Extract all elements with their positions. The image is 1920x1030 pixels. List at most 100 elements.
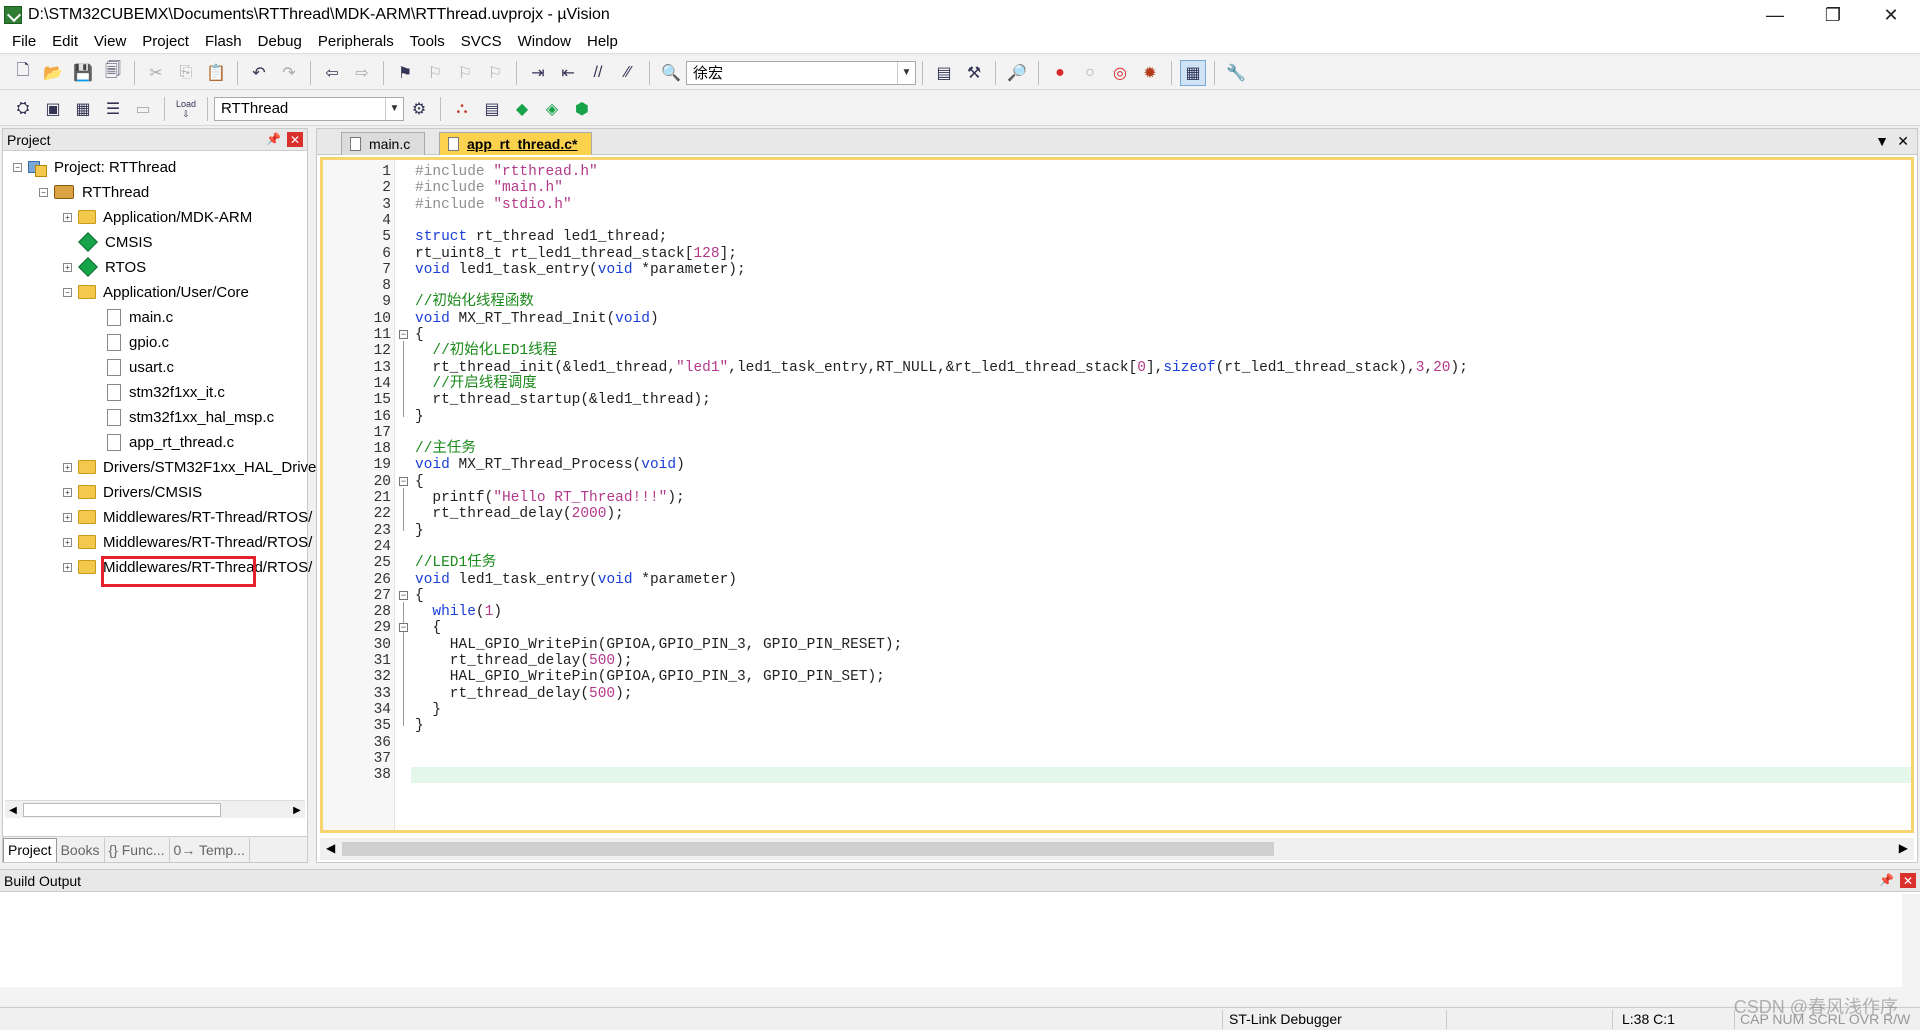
collapse-icon[interactable]: − — [13, 162, 22, 172]
breakpoint-icon[interactable]: ● — [1047, 60, 1073, 86]
code-line[interactable]: rt_uint8_t rt_led1_thread_stack[128]; — [415, 246, 737, 262]
code-line[interactable]: { — [415, 327, 424, 343]
menu-view[interactable]: View — [86, 33, 134, 50]
tree-group[interactable]: + RTOS — [63, 256, 146, 278]
menu-window[interactable]: Window — [510, 33, 579, 50]
scroll-thumb[interactable] — [342, 842, 1274, 856]
code-line[interactable]: { — [415, 474, 424, 490]
stm32cubemx-icon[interactable]: ⬢ — [569, 96, 595, 122]
tab-list-icon[interactable]: ▼ — [1875, 133, 1889, 149]
code-line[interactable]: struct rt_thread led1_thread; — [415, 229, 667, 245]
close-icon[interactable]: ✕ — [287, 132, 303, 147]
code-line[interactable]: void led1_task_entry(void *parameter); — [415, 262, 746, 278]
expand-icon[interactable]: + — [63, 462, 72, 472]
tree-root[interactable]: − Project: RTThread — [13, 156, 176, 178]
code-line[interactable]: #include "stdio.h" — [415, 197, 572, 213]
code-line[interactable]: rt_thread_init(&led1_thread,"led1",led1_… — [415, 360, 1468, 376]
navigate-back-icon[interactable]: ⇦ — [319, 60, 345, 86]
tree-group[interactable]: + Application/MDK-ARM — [63, 206, 252, 228]
code-line[interactable]: } — [415, 523, 424, 539]
code-line[interactable]: HAL_GPIO_WritePin(GPIOA,GPIO_PIN_3, GPIO… — [415, 637, 902, 653]
code-line[interactable]: { — [415, 620, 441, 636]
vertical-scrollbar[interactable] — [1902, 894, 1920, 1006]
fold-toggle-icon[interactable]: − — [399, 330, 408, 339]
code-line[interactable]: //LED1任务 — [415, 555, 496, 571]
menu-tools[interactable]: Tools — [402, 33, 453, 50]
bookmark-icon[interactable]: ⚑ — [392, 60, 418, 86]
menu-debug[interactable]: Debug — [250, 33, 310, 50]
uncomment-icon[interactable]: ⁄⁄ — [615, 60, 641, 86]
copy-icon[interactable]: ⎘ — [173, 60, 199, 86]
scroll-right-icon[interactable]: ▶ — [289, 801, 305, 819]
close-tab-icon[interactable]: ✕ — [1897, 133, 1909, 150]
scroll-left-icon[interactable]: ◀ — [5, 801, 21, 819]
tree-group[interactable]: + Middlewares/RT-Thread/RTOS/ — [63, 506, 312, 528]
code-line[interactable]: HAL_GPIO_WritePin(GPIOA,GPIO_PIN_3, GPIO… — [415, 669, 885, 685]
code-line[interactable]: { — [415, 588, 424, 604]
chevron-down-icon[interactable]: ▼ — [897, 61, 915, 84]
code-line[interactable]: #include "rtthread.h" — [415, 164, 598, 180]
tree-file[interactable]: usart.c — [107, 356, 174, 378]
code-line[interactable]: //主任务 — [415, 441, 476, 457]
select-packs-icon[interactable]: ▤ — [479, 96, 505, 122]
expand-icon[interactable]: + — [63, 512, 72, 522]
debug-session-icon[interactable]: 🔎 — [1004, 60, 1030, 86]
tree-group[interactable]: − Application/User/Core — [63, 281, 249, 303]
fold-toggle-icon[interactable]: − — [399, 623, 408, 633]
tab-books[interactable]: Books — [57, 837, 105, 862]
tree-target[interactable]: − RTThread — [39, 181, 149, 203]
restore-button[interactable]: ❐ — [1804, 0, 1862, 30]
menu-project[interactable]: Project — [134, 33, 197, 50]
disable-breakpoint-icon[interactable]: ○ — [1077, 60, 1103, 86]
code-line[interactable]: void MX_RT_Thread_Init(void) — [415, 311, 659, 327]
tab-app-rt-thread-c[interactable]: app_rt_thread.c* — [439, 132, 593, 155]
horizontal-scrollbar[interactable] — [0, 987, 1902, 1005]
code-line[interactable]: while(1) — [415, 604, 502, 620]
target-options-icon[interactable]: ⚙ — [406, 96, 432, 122]
tree-file[interactable]: main.c — [107, 306, 173, 328]
tab-functions[interactable]: {} Func... — [105, 837, 170, 862]
code-line[interactable]: rt_thread_startup(&led1_thread); — [415, 392, 710, 408]
indent-icon[interactable]: ⇥ — [525, 60, 551, 86]
tree-group[interactable]: + Drivers/STM32F1xx_HAL_Driver — [63, 456, 321, 478]
fold-toggle-icon[interactable]: − — [399, 590, 408, 600]
open-file-icon[interactable]: 📂 — [40, 60, 66, 86]
tab-project[interactable]: Project — [3, 837, 57, 862]
tree-group[interactable]: + Drivers/CMSIS — [63, 481, 202, 503]
menu-peripherals[interactable]: Peripherals — [310, 33, 402, 50]
paste-icon[interactable]: 📋 — [203, 60, 229, 86]
clear-breakpoints-icon[interactable]: ◎ — [1107, 60, 1133, 86]
configure-icon[interactable]: 🔧 — [1223, 60, 1249, 86]
tree-file[interactable]: stm32f1xx_it.c — [107, 381, 225, 403]
code-line[interactable]: #include "main.h" — [415, 180, 563, 196]
menu-help[interactable]: Help — [579, 33, 626, 50]
tree-file-selected[interactable]: app_rt_thread.c — [107, 431, 234, 453]
prev-bookmark-icon[interactable]: ⚐ — [422, 60, 448, 86]
cut-icon[interactable]: ✂ — [143, 60, 169, 86]
manage-runtime-icon[interactable]: ◆ — [509, 96, 535, 122]
manage-project-items-icon[interactable]: ⛬ — [449, 96, 475, 122]
tree-group[interactable]: + Middlewares/RT-Thread/RTOS/ — [63, 531, 312, 553]
next-bookmark-icon[interactable]: ⚐ — [452, 60, 478, 86]
expand-icon[interactable]: + — [63, 212, 72, 222]
code-line[interactable]: } — [415, 718, 424, 734]
code-line[interactable]: } — [415, 702, 441, 718]
pin-icon[interactable]: 📌 — [266, 132, 281, 146]
code-line[interactable]: void MX_RT_Thread_Process(void) — [415, 457, 685, 473]
horizontal-scrollbar[interactable]: ◀ ▶ — [5, 800, 305, 818]
collapse-icon[interactable]: − — [63, 287, 72, 297]
window-layout-icon[interactable]: ▦ — [1180, 59, 1206, 86]
scroll-left-icon[interactable]: ◀ — [326, 841, 335, 855]
menu-edit[interactable]: Edit — [44, 33, 86, 50]
rebuild-icon[interactable]: ▦ — [70, 96, 96, 122]
chevron-down-icon[interactable]: ▼ — [385, 97, 403, 120]
code-line[interactable]: //初始化线程函数 — [415, 294, 534, 310]
stop-build-icon[interactable]: ▭ — [130, 96, 156, 122]
code-line[interactable]: rt_thread_delay(500); — [415, 686, 633, 702]
incremental-find-icon[interactable]: ▤ — [931, 60, 957, 86]
undo-icon[interactable]: ↶ — [246, 60, 272, 86]
unindent-icon[interactable]: ⇤ — [555, 60, 581, 86]
target-select[interactable]: RTThread ▼ — [214, 96, 404, 121]
tab-templates[interactable]: 0→ Temp... — [170, 837, 250, 862]
code-line[interactable]: rt_thread_delay(2000); — [415, 506, 623, 522]
